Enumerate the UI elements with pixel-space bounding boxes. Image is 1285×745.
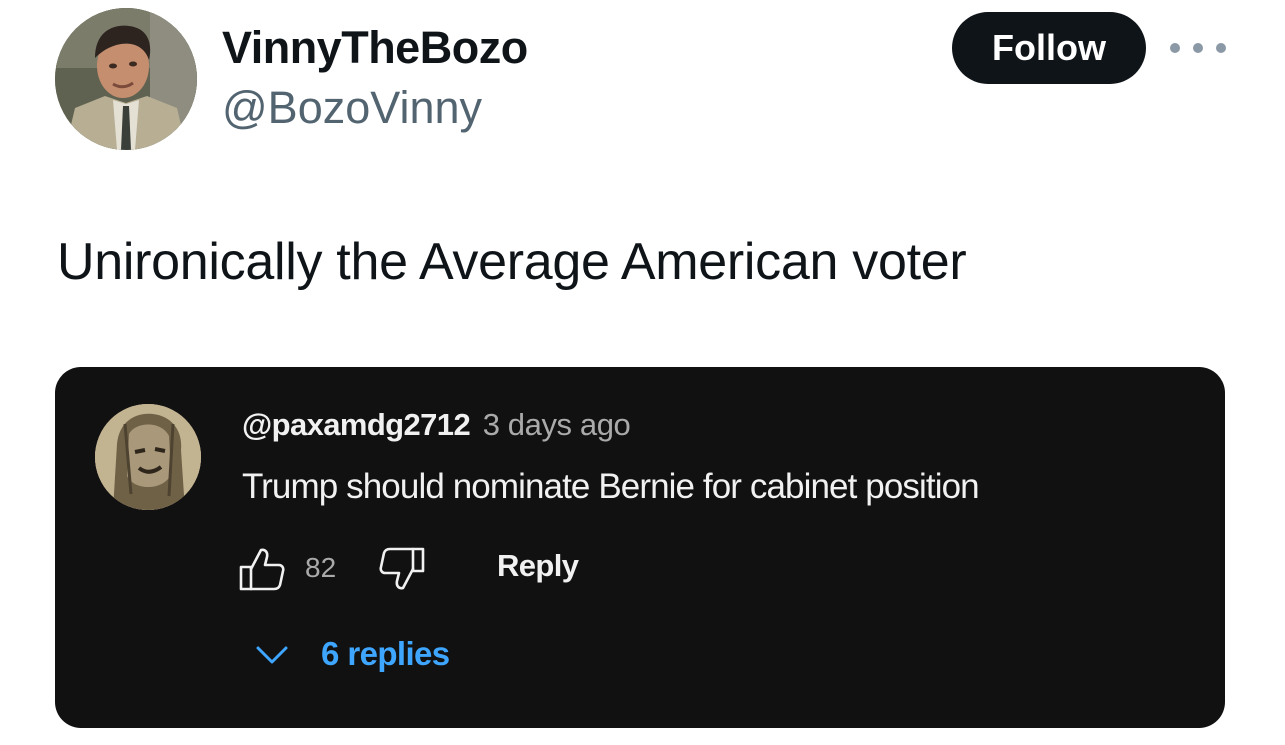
replies-count: 6 replies — [321, 635, 450, 672]
reply-button: Reply — [497, 548, 579, 583]
commenter-avatar — [95, 404, 201, 510]
comment-timestamp: 3 days ago — [482, 407, 631, 442]
attached-image[interactable]: @paxamdg2712 3 days ago Trump should nom… — [55, 367, 1225, 728]
author-display-name[interactable]: VinnyTheBozo — [222, 22, 528, 74]
more-dot — [1170, 43, 1180, 53]
comment-meta: @paxamdg2712 3 days ago — [242, 407, 631, 443]
commenter-handle: @paxamdg2712 — [242, 407, 471, 442]
thumbs-up-icon — [237, 544, 287, 594]
tweet-text: Unironically the Average American voter — [57, 233, 967, 291]
follow-button[interactable]: Follow — [952, 12, 1146, 84]
like-count: 82 — [305, 552, 337, 583]
more-dot — [1216, 43, 1226, 53]
more-dot — [1193, 43, 1203, 53]
chevron-down-icon — [256, 646, 288, 664]
comment-text: Trump should nominate Bernie for cabinet… — [242, 467, 980, 506]
more-options-icon[interactable] — [1170, 30, 1226, 66]
author-handle[interactable]: @BozoVinny — [222, 82, 482, 134]
author-avatar[interactable] — [55, 8, 197, 150]
thumbs-down-icon — [377, 544, 427, 594]
